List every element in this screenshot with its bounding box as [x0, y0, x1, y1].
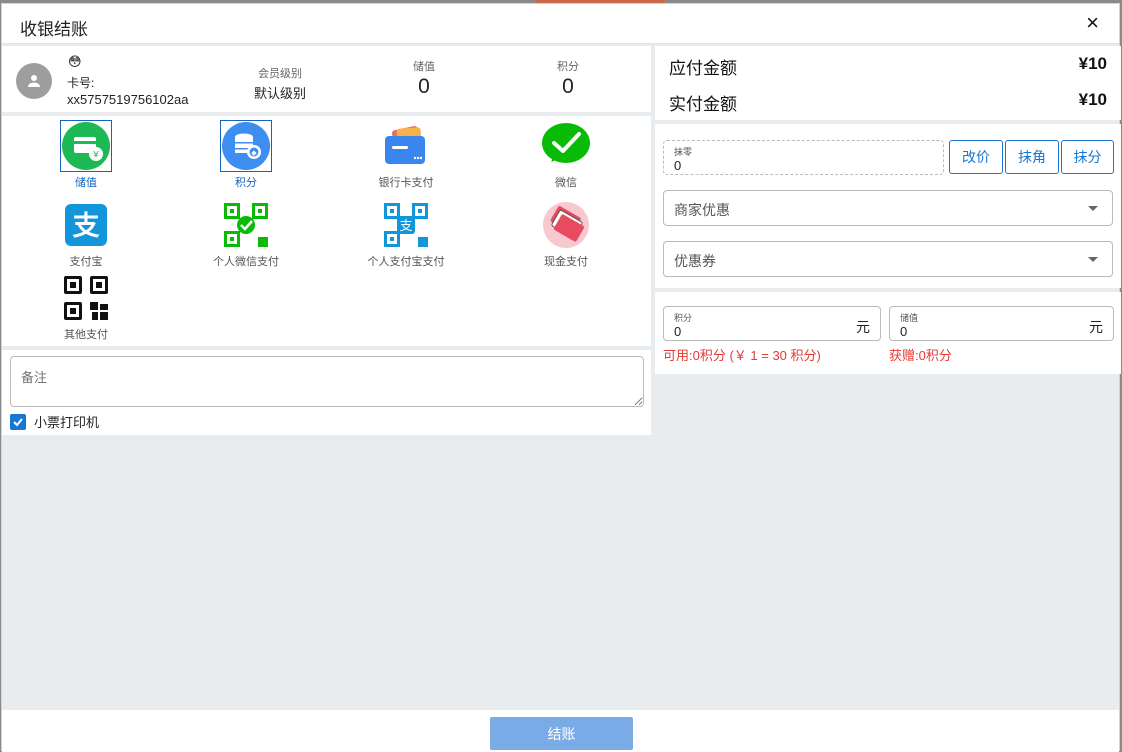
close-button[interactable]: × [1086, 12, 1099, 34]
avatar [16, 63, 52, 99]
svg-text:支: 支 [73, 211, 100, 242]
alipay-icon: 支 [60, 199, 112, 251]
actual-row: 实付金额 ¥10 [669, 90, 1107, 115]
card-number-label: 卡号: [67, 76, 95, 90]
alipay-qr-icon: 支 [380, 199, 432, 251]
checkbox-checked-icon[interactable] [10, 413, 26, 430]
checkout-dialog: 收银结账 × 😳 卡号: xx5757519756102aa 会员级别 默认级别… [1, 3, 1121, 752]
payment-methods-panel: ¥ 储值 ◆ 积分 银行卡支付 微信 支 支付宝 个人微信支付 支 个人支付宝支… [2, 116, 651, 346]
dialog-footer: 结账 [2, 710, 1119, 752]
wechat-icon [540, 120, 592, 172]
merchant-discount-label: 商家优惠 [674, 202, 730, 218]
dropdown-caret-icon [1088, 257, 1098, 262]
payment-personal-alipay[interactable]: 支 个人支付宝支付 [346, 199, 466, 269]
points-title: 积分 [557, 61, 579, 73]
stored-value-input-label: 储值 [900, 313, 919, 323]
member-level-value: 默认级别 [253, 86, 306, 101]
remark-panel: 小票打印机 [2, 350, 651, 435]
dialog-title: 收银结账 [20, 20, 88, 39]
wechat-qr-icon [220, 199, 272, 251]
round-jiao-button[interactable]: 抹角 [1005, 140, 1059, 174]
round-fen-button[interactable]: 抹分 [1061, 140, 1114, 174]
payment-label: 个人支付宝支付 [367, 256, 445, 268]
payment-alipay[interactable]: 支 支付宝 [26, 199, 146, 269]
merchant-discount-select[interactable]: 商家优惠 [663, 190, 1113, 226]
payable-value: ¥10 [1078, 54, 1107, 73]
round-off-label: 抹零 [674, 147, 693, 157]
actual-value: ¥10 [1078, 90, 1107, 109]
svg-text:¥: ¥ [93, 151, 99, 161]
points-input-label: 积分 [674, 313, 693, 323]
round-off-field[interactable]: 抹零 0 [663, 140, 944, 175]
actual-label: 实付金额 [669, 95, 737, 114]
payment-label: 储值 [75, 177, 97, 189]
member-info-panel: 😳 卡号: xx5757519756102aa 会员级别 默认级别 储值 0 积… [2, 46, 651, 112]
bank-card-icon [380, 120, 432, 172]
stored-value-unit: 元 [1089, 319, 1103, 335]
qr-code-icon [60, 272, 112, 324]
points-input[interactable]: 积分 0 元 [663, 306, 881, 341]
person-icon [28, 75, 40, 87]
stored-value-stat: 储值 0 [384, 58, 464, 99]
card-number: xx5757519756102aa [67, 92, 189, 107]
points-available-hint: 可用:0积分 (￥ 1 = 30 积分) [663, 348, 821, 363]
stored-value-input-value: 0 [900, 324, 908, 339]
stored-value-input[interactable]: 储值 0 元 [889, 306, 1114, 341]
payment-label: 现金支付 [544, 256, 588, 268]
printer-label: 小票打印机 [34, 415, 100, 430]
points-coins-icon: ◆ [220, 120, 272, 172]
svg-text:◆: ◆ [251, 149, 257, 157]
payment-other[interactable]: 其他支付 [26, 272, 146, 342]
member-level: 会员级别 默认级别 [240, 65, 320, 102]
dropdown-caret-icon [1088, 206, 1098, 211]
stored-value-amount: 0 [418, 75, 430, 98]
coupon-label: 优惠券 [674, 253, 716, 269]
amount-panel: 应付金额 ¥10 实付金额 ¥10 [655, 46, 1121, 120]
remark-input[interactable] [10, 356, 644, 407]
dialog-header: 收银结账 × [2, 4, 1119, 44]
payment-cash[interactable]: 现金支付 [506, 199, 626, 269]
payment-label: 积分 [235, 177, 257, 189]
adjustment-panel: 抹零 0 改价 抹角 抹分 商家优惠 优惠券 [655, 124, 1121, 288]
coupon-select[interactable]: 优惠券 [663, 241, 1113, 277]
payable-row: 应付金额 ¥10 [669, 54, 1107, 79]
payment-label: 个人微信支付 [213, 256, 279, 268]
points-unit: 元 [856, 319, 870, 335]
stored-value-title: 储值 [413, 61, 435, 73]
change-price-button[interactable]: 改价 [949, 140, 1003, 174]
payment-label: 银行卡支付 [378, 177, 434, 189]
payment-label: 支付宝 [69, 256, 103, 268]
stored-value-card-icon: ¥ [60, 120, 112, 172]
printer-toggle[interactable]: 小票打印机 [10, 412, 99, 431]
payment-bank-card[interactable]: 银行卡支付 [346, 120, 466, 190]
points-gift-hint: 获赠:0积分 [889, 348, 952, 363]
payment-label: 其他支付 [64, 329, 108, 341]
payable-label: 应付金额 [669, 59, 737, 78]
svg-text:支: 支 [399, 219, 412, 234]
emoji-face-icon: 😳 [68, 54, 82, 69]
payment-stored-value[interactable]: ¥ 储值 [26, 120, 146, 190]
points-panel: 积分 0 元 储值 0 元 可用:0积分 (￥ 1 = 30 积分) 获赠:0积… [655, 292, 1121, 374]
points-input-value: 0 [674, 324, 682, 339]
payment-points[interactable]: ◆ 积分 [186, 120, 306, 190]
cash-icon [540, 199, 592, 251]
points-stat: 积分 0 [528, 58, 608, 99]
checkout-button[interactable]: 结账 [490, 717, 633, 750]
round-off-value: 0 [674, 158, 682, 173]
points-amount: 0 [562, 75, 574, 98]
member-level-title: 会员级别 [258, 68, 302, 80]
payment-label: 微信 [555, 177, 577, 189]
payment-wechat[interactable]: 微信 [506, 120, 626, 190]
payment-personal-wechat[interactable]: 个人微信支付 [186, 199, 306, 269]
